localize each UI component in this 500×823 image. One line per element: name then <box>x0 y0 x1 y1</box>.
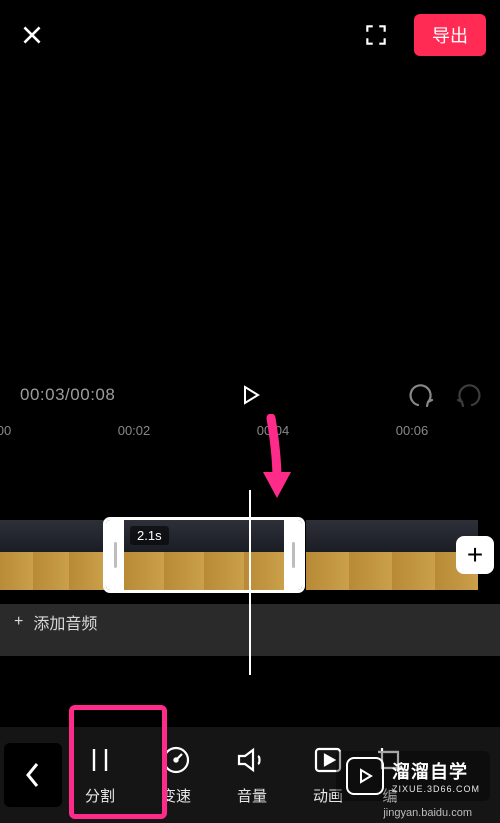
add-clip-button[interactable]: + <box>456 536 494 574</box>
split-icon <box>85 745 115 775</box>
volume-icon <box>236 745 268 775</box>
watermark-logo-icon <box>346 757 384 795</box>
back-button[interactable] <box>4 743 62 807</box>
redo-icon[interactable] <box>456 383 486 407</box>
tool-label: 分割 <box>85 785 115 806</box>
add-audio-label: 添加音频 <box>33 610 97 634</box>
watermark-brand: 溜溜自学 <box>392 758 480 784</box>
top-bar: 导出 <box>0 0 500 70</box>
tool-label: 音量 <box>237 785 267 806</box>
ruler-tick: 00 <box>0 423 11 438</box>
annotation-arrow <box>255 414 295 504</box>
time-ruler[interactable]: 00 00:02 00:04 00:06 <box>0 420 500 446</box>
speedometer-icon <box>161 745 191 775</box>
fullscreen-icon[interactable] <box>358 17 394 53</box>
watermark-sub: ZIXUE.3D66.COM <box>392 784 480 794</box>
tool-speed[interactable]: 变速 <box>138 732 214 818</box>
clip-handle-left[interactable] <box>106 520 124 590</box>
undo-icon[interactable] <box>404 383 434 407</box>
clip-selected[interactable]: 2.1s <box>106 520 302 590</box>
ruler-tick: 00:06 <box>396 423 429 438</box>
tool-label: 变速 <box>161 785 191 806</box>
playhead[interactable] <box>249 490 251 675</box>
export-button[interactable]: 导出 <box>414 14 486 56</box>
tool-volume[interactable]: 音量 <box>214 732 290 818</box>
clip-handle-right[interactable] <box>284 520 302 590</box>
ruler-tick: 00:02 <box>118 423 151 438</box>
watermark: 溜溜自学 ZIXUE.3D66.COM <box>336 751 490 801</box>
close-icon[interactable] <box>14 17 50 53</box>
credit-text: jingyan.baidu.com <box>383 807 472 819</box>
duration-badge: 2.1s <box>130 526 169 545</box>
play-button[interactable] <box>232 377 268 413</box>
tool-split[interactable]: 分割 <box>62 732 138 818</box>
time-display: 00:03/00:08 <box>20 385 115 405</box>
clip-after[interactable] <box>306 520 478 590</box>
clip-before[interactable] <box>0 520 104 590</box>
playback-controls: 00:03/00:08 <box>0 370 500 420</box>
plus-icon: + <box>14 613 23 631</box>
